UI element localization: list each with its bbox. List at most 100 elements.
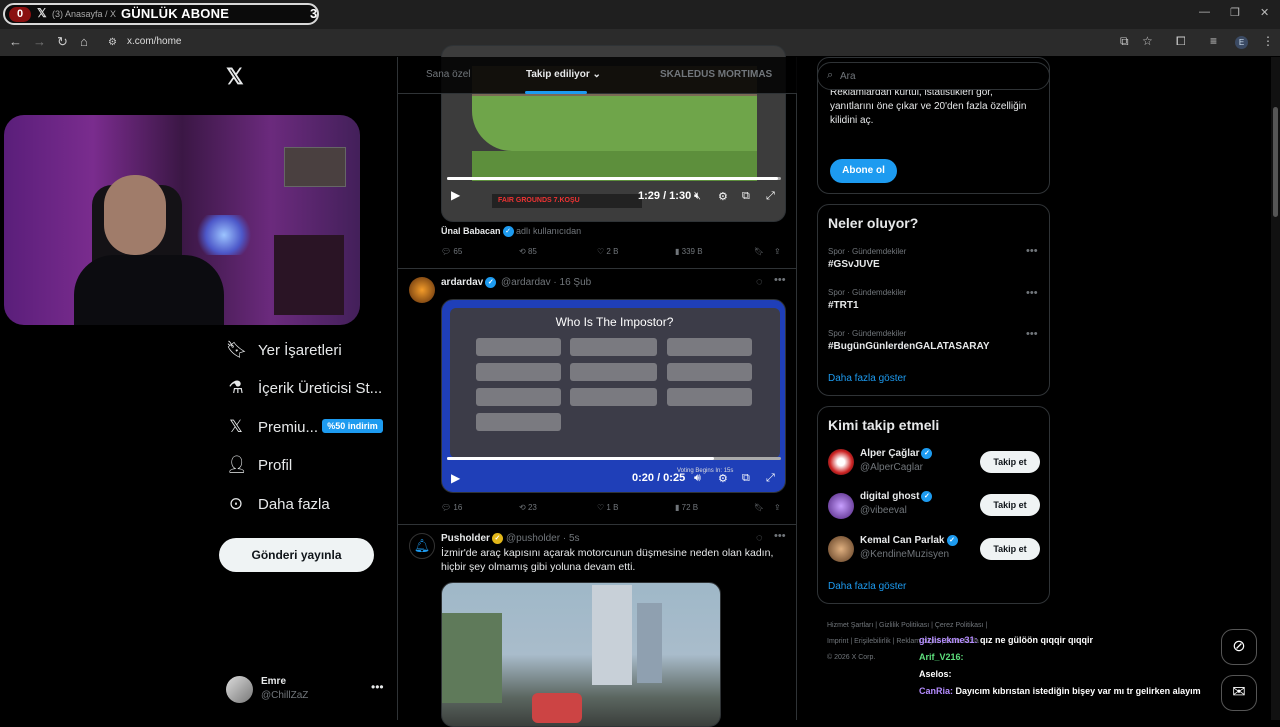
repost-button[interactable]: ⟲ 23 xyxy=(519,503,537,512)
verified-badge-icon: ✓ xyxy=(921,448,933,459)
tweet-video-impostor[interactable]: Who Is The Impostor? Voting Begins In: 1… xyxy=(441,299,786,493)
tweet-author[interactable]: ardardav ✓ xyxy=(441,277,497,288)
settings-icon[interactable]: ⚙ xyxy=(718,190,728,203)
follow-button[interactable]: Takip et xyxy=(980,538,1040,560)
fullscreen-icon[interactable]: ⤢ xyxy=(766,190,775,203)
sidebar-item-label: Profil xyxy=(258,456,293,474)
sidebar-item-profile[interactable]: 👤︎ Profil xyxy=(226,450,292,480)
share-icon[interactable]: ⇪ xyxy=(774,247,781,256)
views-count[interactable]: ▮ 72 B xyxy=(675,503,698,512)
more-icon[interactable]: ••• xyxy=(371,680,384,694)
suggested-user-name[interactable]: digital ghost ✓ xyxy=(860,491,933,502)
follow-button[interactable]: Takip et xyxy=(980,451,1040,473)
trends-show-more[interactable]: Daha fazla göster xyxy=(828,373,906,384)
pip-icon[interactable]: ⧉ xyxy=(742,472,750,485)
x-icon: 𝕏 xyxy=(229,417,243,436)
account-switcher[interactable]: Emre @ChillZaZ ••• xyxy=(226,674,386,706)
x-logo-icon[interactable]: 𝕏 xyxy=(226,64,244,90)
reply-button[interactable]: 💬︎ 16 xyxy=(441,503,462,512)
trend-more-icon[interactable]: ••• xyxy=(1026,287,1038,299)
verified-badge-icon: ✓ xyxy=(921,491,933,502)
avatar[interactable] xyxy=(828,536,854,562)
back-icon[interactable]: ← xyxy=(9,34,22,49)
video-time: 0:20 / 0:25 xyxy=(632,472,686,484)
suggested-user-name[interactable]: Alper Çağlar ✓ xyxy=(860,448,933,459)
avatar[interactable] xyxy=(828,493,854,519)
avatar[interactable]: 🔔︎ xyxy=(409,533,435,559)
fullscreen-icon[interactable]: ⤢ xyxy=(766,472,775,485)
extensions-icon[interactable]: ⧠ xyxy=(1176,34,1186,49)
grok-icon[interactable]: ◌ xyxy=(756,276,763,288)
account-name: Emre xyxy=(261,676,287,687)
sidebar-item-creator-studio[interactable]: ⚗ İçerik Üreticisi St... xyxy=(226,373,382,403)
browser-tab[interactable]: 0 𝕏 (3) Anasayfa / X GÜNLÜK ABONE 3 xyxy=(3,3,319,25)
bookmark-icon[interactable]: 🔖︎ xyxy=(754,247,764,256)
home-icon[interactable]: ⌂ xyxy=(80,34,88,49)
suggested-user-name[interactable]: Kemal Can Parlak ✓ xyxy=(860,535,958,546)
post-button[interactable]: Gönderi yayınla xyxy=(219,538,374,572)
reply-button[interactable]: 💬︎ 65 xyxy=(441,247,462,256)
tweet-more-icon[interactable]: ••• xyxy=(774,274,786,286)
page-scrollbar[interactable] xyxy=(1271,57,1280,720)
attribution-name: Ünal Babacan xyxy=(441,226,501,236)
sidebar-item-bookmarks[interactable]: 🔖︎ Yer İşaretleri xyxy=(226,335,342,365)
tweet-more-icon[interactable]: ••• xyxy=(774,530,786,542)
minimize-icon[interactable]: — xyxy=(1199,6,1210,18)
site-info-icon[interactable]: ⚙ xyxy=(108,37,117,48)
follow-button[interactable]: Takip et xyxy=(980,494,1040,516)
reload-icon[interactable]: ↻ xyxy=(57,34,68,50)
like-button[interactable]: ♡ 1 B xyxy=(597,503,618,512)
messages-button[interactable]: ✉ xyxy=(1221,675,1257,711)
volume-icon[interactable]: 🔊︎ xyxy=(694,472,701,485)
trend-item[interactable]: #GSvJUVE xyxy=(828,259,880,270)
reading-list-icon[interactable]: ≡ xyxy=(1210,34,1217,48)
tab-for-you[interactable]: Sana özel xyxy=(426,69,470,80)
trend-item[interactable]: #TRT1 xyxy=(828,300,859,311)
video-attribution[interactable]: Ünal Babacan ✓ adlı kullanıcıdan xyxy=(441,226,581,238)
verified-badge-icon: ✓ xyxy=(946,535,958,546)
url-field[interactable]: x.com/home xyxy=(127,36,181,47)
maximize-icon[interactable]: ❐ xyxy=(1230,6,1240,19)
avatar[interactable] xyxy=(409,277,435,303)
suggested-user-handle: @AlperCaglar xyxy=(860,462,923,473)
subscribe-button[interactable]: Abone ol xyxy=(830,159,897,183)
who-to-follow-card: Kimi takip etmeli Alper Çağlar ✓ @AlperCa… xyxy=(817,406,1050,604)
tweet-video-street[interactable] xyxy=(441,582,721,727)
tab-list[interactable]: SKALEDUS MORTIMAS xyxy=(660,69,772,80)
install-app-icon[interactable]: ⧉ xyxy=(1120,34,1129,49)
bookmark-icon: 🔖︎ xyxy=(226,340,248,359)
browser-menu-icon[interactable]: ⋮ xyxy=(1262,34,1274,48)
tweet-meta: @pusholder · 5s xyxy=(506,533,580,544)
settings-icon[interactable]: ⚙ xyxy=(718,472,728,485)
grok-icon: ⊘ xyxy=(1232,638,1246,655)
share-icon[interactable]: ⇪ xyxy=(774,503,781,512)
sidebar-item-premium[interactable]: 𝕏 Premiu... xyxy=(226,412,318,442)
avatar[interactable] xyxy=(828,449,854,475)
tab-following[interactable]: Takip ediliyor ⌄ xyxy=(526,69,601,80)
play-icon[interactable]: ▶ xyxy=(451,188,460,202)
who-show-more[interactable]: Daha fazla göster xyxy=(828,581,906,592)
bookmark-star-icon[interactable]: ☆ xyxy=(1142,34,1153,48)
like-button[interactable]: ♡ 2 B xyxy=(597,247,618,256)
trend-more-icon[interactable]: ••• xyxy=(1026,245,1038,257)
volume-icon[interactable]: 🔇︎ xyxy=(694,190,701,203)
sidebar-item-more[interactable]: ⊙ Daha fazla xyxy=(226,489,330,519)
browser-profile-avatar[interactable]: E xyxy=(1235,36,1248,49)
views-count[interactable]: ▮ 339 B xyxy=(675,247,703,256)
trend-item[interactable]: #BugünGünlerdenGALATASARAY xyxy=(828,341,989,352)
repost-button[interactable]: ⟲ 85 xyxy=(519,247,537,256)
play-icon[interactable]: ▶ xyxy=(451,471,460,485)
search-input[interactable]: ⌕ Ara xyxy=(817,62,1050,90)
timeline: FAIR GROUNDS 7.KOŞU ▶ 1:29 / 1:30 🔇︎ ⚙ ⧉… xyxy=(397,45,797,727)
bookmark-icon[interactable]: 🔖︎ xyxy=(754,503,764,512)
close-window-icon[interactable]: ✕ xyxy=(1260,6,1269,19)
video-time: 1:29 / 1:30 xyxy=(638,190,692,202)
trend-more-icon[interactable]: ••• xyxy=(1026,328,1038,340)
grok-icon[interactable]: ◌ xyxy=(756,532,763,544)
grok-button[interactable]: ⊘ xyxy=(1221,629,1257,665)
forward-icon[interactable]: → xyxy=(33,34,46,49)
stream-chat-overlay: gizlisekme31: qız ne gülöön qıqqir qıqqi… xyxy=(919,632,1219,700)
scrollbar-thumb[interactable] xyxy=(1273,107,1278,217)
tweet-author[interactable]: Pusholder ✓ xyxy=(441,533,503,544)
pip-icon[interactable]: ⧉ xyxy=(742,190,750,203)
